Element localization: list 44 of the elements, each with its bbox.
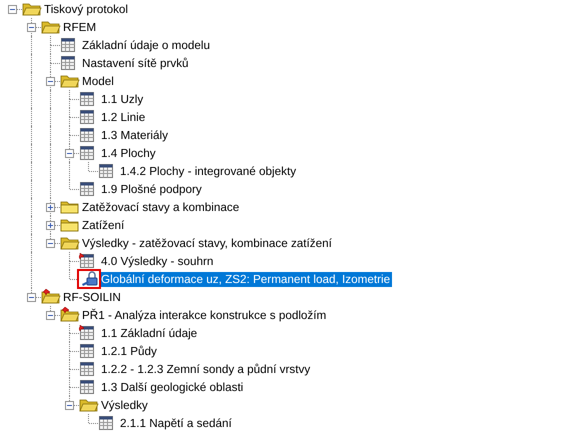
tree-item[interactable]: 1.2.1 Půdy — [99, 344, 159, 358]
tree-item[interactable]: Model — [80, 74, 116, 88]
tree-item[interactable]: 1.1 Základní údaje — [99, 326, 200, 340]
collapse-toggle[interactable] — [27, 23, 36, 32]
open-folder-icon — [60, 235, 80, 251]
open-folder-icon — [41, 19, 61, 35]
collapse-toggle[interactable] — [46, 239, 55, 248]
open-folder-pin-icon — [41, 289, 61, 305]
collapse-toggle[interactable] — [8, 5, 17, 14]
tree-item[interactable]: 1.1 Uzly — [99, 92, 146, 106]
tree-item[interactable]: 1.3 Materiály — [99, 128, 170, 142]
collapse-toggle[interactable] — [46, 77, 55, 86]
tree-item[interactable]: Výsledky — [99, 398, 150, 412]
tree-item[interactable]: RF-SOILIN — [61, 290, 123, 304]
tree-item[interactable]: 4.0 Výsledky - souhrn — [99, 254, 216, 268]
collapse-toggle[interactable] — [65, 149, 74, 158]
tree-item[interactable]: Tiskový protokol — [42, 2, 130, 16]
folder-icon — [60, 217, 80, 233]
collapse-toggle[interactable] — [27, 293, 36, 302]
tree-item[interactable]: 1.4 Plochy — [99, 146, 158, 160]
tree-item[interactable]: 1.2.2 - 1.2.3 Zemní sondy a půdní vrstvy — [99, 362, 312, 376]
tree-item[interactable]: 2.1.1 Napětí a sedání — [118, 416, 234, 430]
expand-toggle[interactable] — [46, 221, 55, 230]
expand-toggle[interactable] — [46, 203, 55, 212]
graphic-icon — [81, 271, 99, 287]
tree-item[interactable]: 1.4.2 Plochy - integrované objekty — [118, 164, 298, 178]
tree-item[interactable]: Nastavení sítě prvků — [80, 56, 191, 70]
open-folder-icon — [60, 73, 80, 89]
tree-item[interactable]: 1.2 Linie — [99, 110, 148, 124]
tree-item[interactable]: Globální deformace uz, ZS2: Permanent load, Izometrie — [99, 272, 392, 286]
open-folder-icon — [79, 397, 99, 413]
collapse-toggle[interactable] — [65, 401, 74, 410]
tree-item[interactable]: Zatížení — [80, 218, 126, 232]
tree-item[interactable]: 1.3 Další geologické oblasti — [99, 380, 246, 394]
tree-item[interactable]: Zatěžovací stavy a kombinace — [80, 200, 242, 214]
tree-item[interactable]: PŘ1 - Analýza interakce konstrukce s podložím — [80, 308, 328, 322]
collapse-toggle[interactable] — [46, 311, 55, 320]
tree-item[interactable]: 1.9 Plošné podpory — [99, 182, 204, 196]
tree-item[interactable]: Základní údaje o modelu — [80, 38, 212, 52]
tree-item[interactable]: RFEM — [61, 20, 98, 34]
open-folder-pin-icon — [60, 307, 80, 323]
folder-icon — [60, 199, 80, 215]
open-folder-icon — [22, 1, 42, 17]
tree-item[interactable]: Výsledky - zatěžovací stavy, kombinace zatížení — [80, 236, 334, 250]
